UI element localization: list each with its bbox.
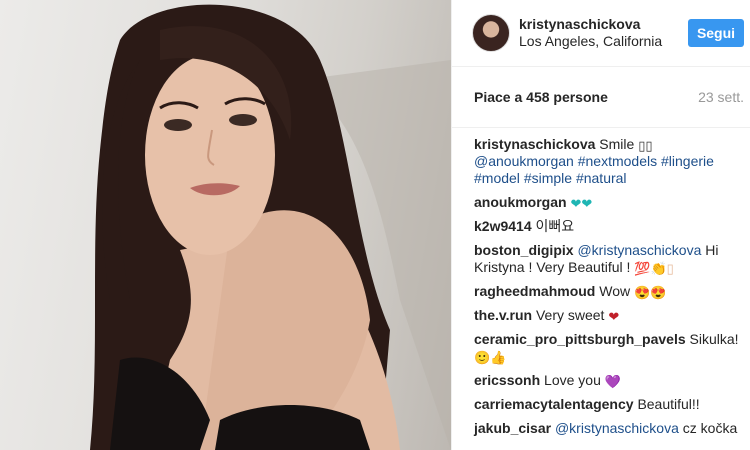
hundred-clap-icon: 💯👏▯ [634,261,674,276]
post-sidebar: kristynaschickova Los Angeles, Californi… [451,0,750,450]
comment-username[interactable]: the.v.run [474,307,532,323]
list-item: ceramic_pro_pittsburgh_pavels Sikulka! 🙂… [474,331,742,365]
list-item: jakub_cisar @kristynaschickova cz kočka [474,420,742,437]
comment-text: 이뻐요 [535,218,575,234]
comment-username[interactable]: ericssonh [474,372,540,388]
post-date[interactable]: 23 sett. [698,89,744,105]
post-header: kristynaschickova Los Angeles, Californi… [452,0,750,67]
follow-button[interactable]: Segui [688,19,744,47]
comment-username[interactable]: anoukmorgan [474,194,567,210]
list-item: ericssonh Love you 💜 [474,372,742,389]
list-item: the.v.run Very sweet ❤ [474,307,742,324]
hashtag-link[interactable]: #natural [576,170,627,186]
user-block: kristynaschickova Los Angeles, Californi… [519,16,662,50]
comment-text: Sikulka! [689,331,739,347]
likes-row: Piace a 458 persone 23 sett. [452,67,750,128]
unknown-glyph-icon: ▯▯ [638,139,653,154]
likes-count[interactable]: Piace a 458 persone [474,89,608,105]
comment-text: Beautiful!! [637,396,700,412]
comment-text: cz kočka [682,420,738,436]
list-item: anoukmorgan ❤❤ [474,194,742,211]
caption-text: Smile [599,136,635,152]
hashtag-link[interactable]: #lingerie [661,153,714,169]
heart-eyes-icon: 😍😍 [634,285,667,300]
comment-username[interactable]: k2w9414 [474,218,532,234]
caption: kristynaschickova Smile ▯▯ @anoukmorgan … [474,136,742,187]
portrait-illustration [90,4,451,450]
comment-username[interactable]: carriemacytalentagency [474,396,634,412]
comment-username[interactable]: boston_digipix [474,242,574,258]
header-location[interactable]: Los Angeles, California [519,33,662,50]
purple-heart-icon: 💜 [604,374,621,389]
comment-text: Love you [544,372,601,388]
hashtag-link[interactable]: #nextmodels [578,153,657,169]
mention-link[interactable]: @kristynaschickova [577,242,701,258]
list-item: boston_digipix @kristynaschickova Hi Kri… [474,242,742,276]
red-heart-icon: ❤ [608,309,620,324]
comment-username[interactable]: kristynaschickova [474,136,595,152]
header-username[interactable]: kristynaschickova [519,16,662,33]
hashtag-link[interactable]: #simple [524,170,572,186]
avatar[interactable] [472,14,510,52]
comment-text: Wow [599,283,631,299]
list-item: k2w9414 이뻐요 [474,218,742,235]
teal-hearts-icon: ❤❤ [570,196,593,211]
comment-username[interactable]: jakub_cisar [474,420,551,436]
comments-list: kristynaschickova Smile ▯▯ @anoukmorgan … [452,136,750,437]
list-item: ragheedmahmoud Wow 😍😍 [474,283,742,300]
mention-link[interactable]: @kristynaschickova [555,420,679,436]
comment-text: Very sweet [535,307,605,323]
smile-thumb-icon: 🙂👍 [474,350,507,365]
comment-username[interactable]: ragheedmahmoud [474,283,595,299]
post-photo[interactable] [0,0,451,450]
list-item: carriemacytalentagency Beautiful!! [474,396,742,413]
comment-username[interactable]: ceramic_pro_pittsburgh_pavels [474,331,686,347]
hashtag-link[interactable]: #model [474,170,520,186]
mention-link[interactable]: @anoukmorgan [474,153,574,169]
